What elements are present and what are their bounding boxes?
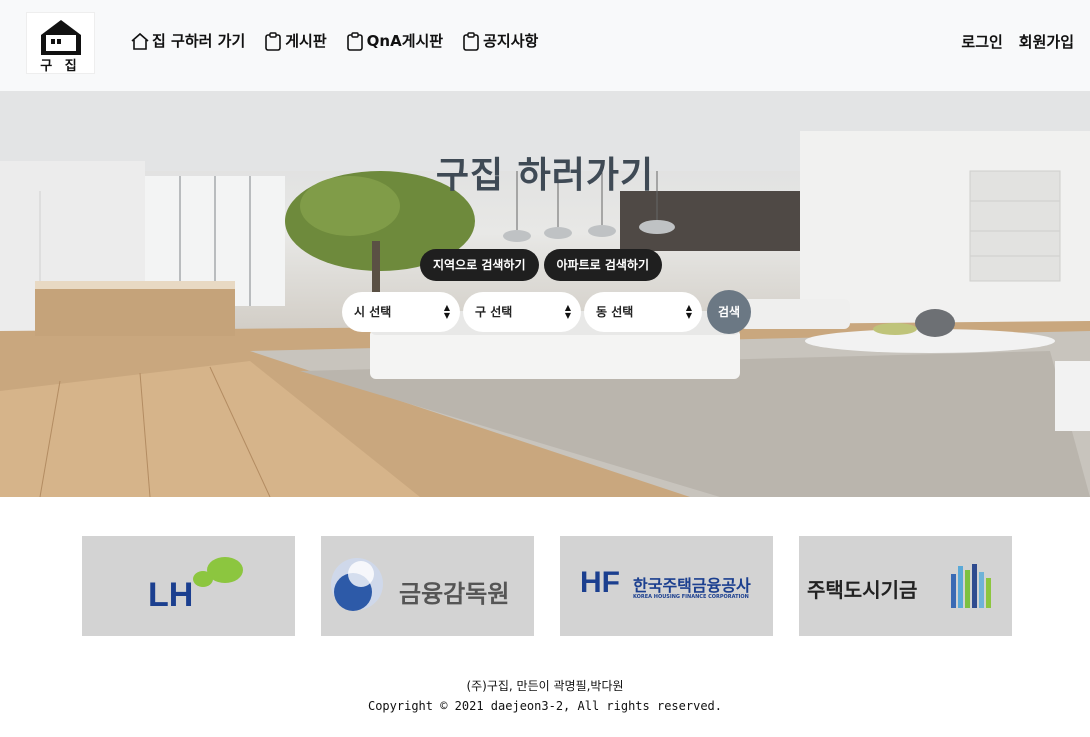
hero-section: 구집 하러가기 지역으로 검색하기 아파트로 검색하기 시 선택 ▲ ▼ 구 선택… xyxy=(0,91,1090,497)
banner-fss[interactable]: 금융감독원 xyxy=(321,536,534,636)
banner-fss-text: 금융감독원 xyxy=(399,580,510,608)
tab-search-by-apartment[interactable]: 아파트로 검색하기 xyxy=(543,249,662,281)
select-arrows-icon: ▲ ▼ xyxy=(564,303,571,320)
footer: (주)구집, 만든이 곽명필,박다원 Copyright © 2021 daej… xyxy=(0,676,1090,716)
nav-item-label: 집 구하러 가기 xyxy=(152,32,246,50)
search-button[interactable]: 검색 xyxy=(707,290,751,334)
city-select-label: 시 선택 xyxy=(354,305,392,319)
auth-links: 로그인 회원가입 xyxy=(961,31,1074,52)
nav-item-label: 게시판 xyxy=(285,32,327,50)
hero-title: 구집 하러가기 xyxy=(435,155,655,196)
banner-hug[interactable]: 주택도시기금 xyxy=(799,536,1012,636)
logo-text: 구 집 xyxy=(40,59,81,74)
banner-lh[interactable]: LH xyxy=(82,536,295,636)
dong-select[interactable]: 동 선택 ▲ ▼ xyxy=(584,292,702,332)
search-row: 시 선택 ▲ ▼ 구 선택 ▲ ▼ 동 선택 ▲ ▼ 검색 xyxy=(342,290,751,334)
home-icon xyxy=(131,32,149,50)
nav-item-label: QnA게시판 xyxy=(366,32,444,50)
site-logo[interactable]: 구 집 xyxy=(26,12,95,74)
nav-item-house[interactable]: 집 구하러 가기 xyxy=(130,30,245,51)
clipboard-icon xyxy=(346,31,363,51)
footer-company: (주)구집, 만든이 곽명필,박다원 xyxy=(466,679,624,693)
signup-link[interactable]: 회원가입 xyxy=(1019,31,1074,52)
dong-select-label: 동 선택 xyxy=(596,305,634,319)
search-mode-tabs: 지역으로 검색하기 아파트로 검색하기 xyxy=(420,249,662,281)
hf-logo-icon: HF xyxy=(580,566,620,599)
tab-search-by-region[interactable]: 지역으로 검색하기 xyxy=(420,249,539,281)
house-logo-icon xyxy=(41,20,81,55)
banner-lh-text: LH xyxy=(148,576,194,614)
nav-item-qna[interactable]: QnA게시판 xyxy=(345,30,443,51)
nav-item-board[interactable]: 게시판 xyxy=(263,30,327,51)
main-nav: 집 구하러 가기 게시판 QnA게시판 공지사항 xyxy=(130,30,556,51)
partner-banners: LH 금융감독원 HF 한국주택금융공사 KOREA HOUSING FINAN… xyxy=(82,536,1012,636)
footer-copyright: Copyright © 2021 daejeon3-2, All rights … xyxy=(367,699,722,713)
district-select[interactable]: 구 선택 ▲ ▼ xyxy=(463,292,581,332)
top-header: 구 집 집 구하러 가기 게시판 QnA게시판 공지사항 로그인 회원가입 xyxy=(0,0,1090,91)
banner-hf-subtext: KOREA HOUSING FINANCE CORPORATION xyxy=(633,594,749,600)
select-arrows-icon: ▲ ▼ xyxy=(685,303,692,320)
hug-bars-logo-icon xyxy=(951,564,991,608)
clipboard-icon xyxy=(265,31,282,51)
city-select[interactable]: 시 선택 ▲ ▼ xyxy=(342,292,460,332)
nav-item-notice[interactable]: 공지사항 xyxy=(461,30,538,51)
nav-item-label: 공지사항 xyxy=(483,32,539,50)
banner-hf[interactable]: HF 한국주택금융공사 KOREA HOUSING FINANCE CORPOR… xyxy=(560,536,773,636)
select-arrows-icon: ▲ ▼ xyxy=(443,303,450,320)
banner-hf-text: 한국주택금융공사 xyxy=(633,576,751,595)
district-select-label: 구 선택 xyxy=(475,305,513,319)
login-link[interactable]: 로그인 xyxy=(961,31,1002,52)
clipboard-icon xyxy=(463,31,479,51)
